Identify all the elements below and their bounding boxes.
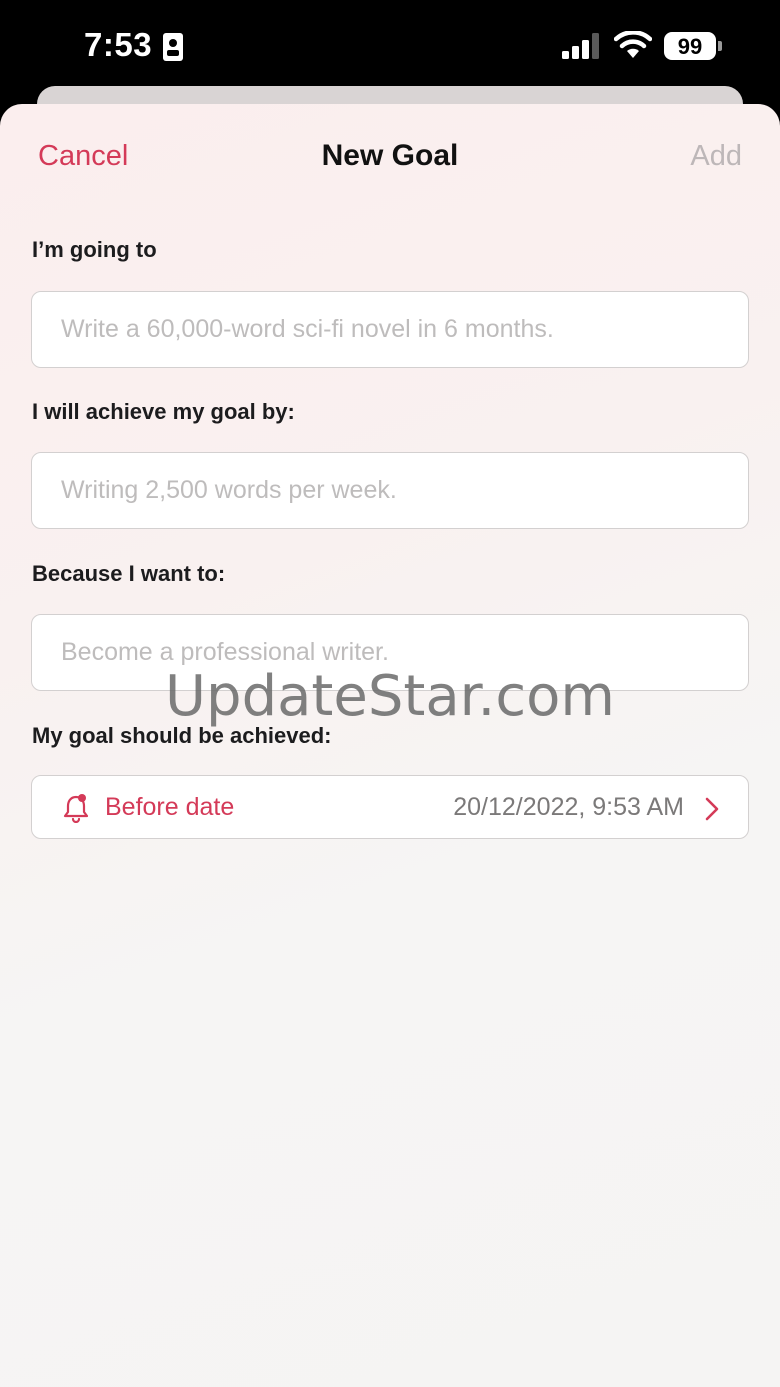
deadline-value: 20/12/2022, 9:53 AM [453,793,684,821]
new-goal-sheet: Cancel New Goal Add I’m going to I will … [0,104,780,1387]
status-time: 7:53 [84,26,153,63]
goal-label: I’m going to [32,237,157,262]
battery-level: 99 [677,34,703,59]
bell-icon [63,794,89,823]
status-bar: 7:53 99 [0,0,780,96]
battery-tip [718,41,722,51]
deadline-option: Before date [105,793,235,821]
chevron-right-icon [705,797,719,821]
method-label: I will achieve my goal by: [32,399,295,424]
deadline-row[interactable]: Before date 20/12/2022, 9:53 AM [31,775,749,839]
goal-input[interactable] [32,292,748,367]
method-input[interactable] [32,453,748,528]
add-button[interactable]: Add [690,140,742,173]
method-field[interactable] [31,452,749,529]
battery-body: 99 [664,32,716,60]
watermark: UpdateStar.com [165,664,615,729]
cellular-signal-icon [562,33,599,59]
wifi-icon [614,31,652,58]
id-card-icon [163,33,183,61]
goal-field[interactable] [31,291,749,368]
reason-label: Because I want to: [32,561,226,586]
page-title: New Goal [321,139,459,172]
battery-icon: 99 [664,32,722,60]
